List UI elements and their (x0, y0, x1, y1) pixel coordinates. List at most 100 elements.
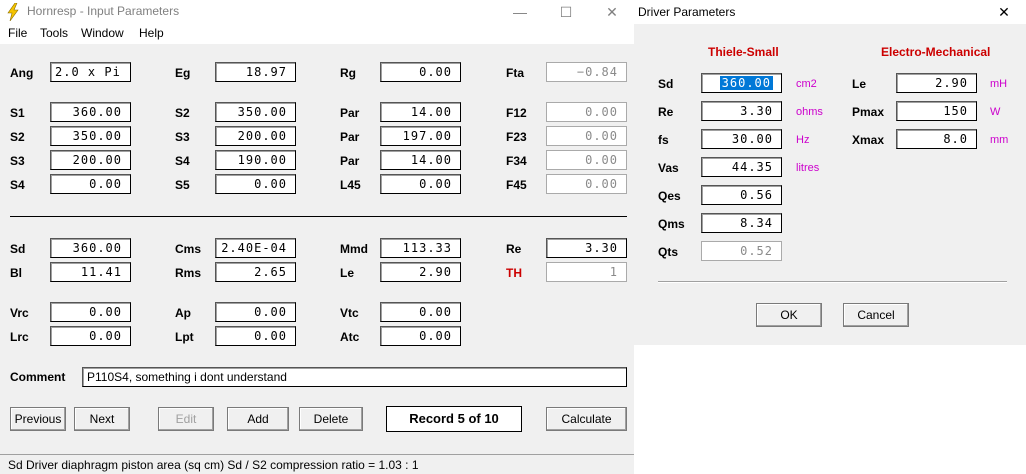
menu-window[interactable]: Window (81, 26, 124, 40)
main-titlebar[interactable]: Hornresp - Input Parameters — ☐ ✕ (0, 0, 634, 24)
s1-field[interactable]: 360.00 (50, 102, 131, 122)
label-s1: S1 (10, 106, 25, 120)
label-s3-row3: S3 (10, 154, 25, 168)
label-th: TH (506, 266, 522, 280)
em-label-pmax: Pmax (852, 105, 885, 119)
s4-field[interactable]: 190.00 (215, 150, 296, 170)
ts-label-sd: Sd (658, 77, 674, 91)
le-field[interactable]: 2.90 (380, 262, 461, 282)
label-rg: Rg (340, 66, 356, 80)
calculate-button[interactable]: Calculate (546, 407, 627, 431)
menu-tools[interactable]: Tools (40, 26, 68, 40)
ts-qms-field[interactable]: 8.34 (701, 213, 782, 233)
lightning-icon (7, 3, 19, 21)
lrc-field[interactable]: 0.00 (50, 326, 131, 346)
add-button[interactable]: Add (227, 407, 289, 431)
comment-input[interactable]: P110S4, something i dont understand (82, 367, 627, 387)
label-par-3: Par (340, 154, 360, 168)
minimize-button[interactable]: — (508, 2, 532, 22)
s4-row4-field[interactable]: 0.00 (50, 174, 131, 194)
rms-field[interactable]: 2.65 (215, 262, 296, 282)
close-button[interactable]: ✕ (600, 2, 624, 22)
th-field: 1 (546, 262, 627, 282)
ts-label-qts: Qts (658, 245, 679, 259)
thiele-small-heading: Thiele-Small (708, 45, 779, 59)
electro-mechanical-heading: Electro-Mechanical (881, 45, 991, 59)
s2-row2-field[interactable]: 350.00 (50, 126, 131, 146)
label-ang: Ang (10, 66, 34, 80)
vtc-field[interactable]: 0.00 (380, 302, 461, 322)
previous-button[interactable]: Previous (10, 407, 66, 431)
edit-label: Edit (175, 412, 197, 426)
vrc-field[interactable]: 0.00 (50, 302, 131, 322)
section-divider (10, 216, 627, 217)
delete-label: Delete (313, 412, 349, 426)
label-fta: Fta (506, 66, 524, 80)
s2-field[interactable]: 350.00 (215, 102, 296, 122)
label-le: Le (340, 266, 355, 280)
cancel-button[interactable]: Cancel (843, 303, 909, 327)
main-window: Hornresp - Input Parameters — ☐ ✕ File T… (0, 0, 634, 474)
em-xmax-field[interactable]: 8.0 (896, 129, 977, 149)
atc-field[interactable]: 0.00 (380, 326, 461, 346)
edit-button: Edit (158, 407, 214, 431)
ts-label-qms: Qms (658, 217, 685, 231)
s3-row3-field[interactable]: 200.00 (50, 150, 131, 170)
cancel-label: Cancel (857, 308, 895, 322)
lpt-field[interactable]: 0.00 (215, 326, 296, 346)
l45-field[interactable]: 0.00 (380, 174, 461, 194)
par-1-field[interactable]: 14.00 (380, 102, 461, 122)
next-button[interactable]: Next (74, 407, 130, 431)
s5-field[interactable]: 0.00 (215, 174, 296, 194)
next-label: Next (89, 412, 115, 426)
label-lpt: Lpt (175, 330, 194, 344)
label-s4: S4 (175, 154, 190, 168)
s3-field[interactable]: 200.00 (215, 126, 296, 146)
ang-field[interactable]: 2.0 x Pi (50, 62, 131, 82)
em-pmax-field[interactable]: 150 (896, 101, 977, 121)
cms-field[interactable]: 2.40E-04 (215, 238, 296, 258)
label-vtc: Vtc (340, 306, 359, 320)
status-bar: Sd Driver diaphragm piston area (sq cm) … (0, 454, 634, 474)
label-re: Re (506, 242, 522, 256)
label-f45: F45 (506, 178, 527, 192)
ts-vas-field[interactable]: 44.35 (701, 157, 782, 177)
menu-file[interactable]: File (8, 26, 27, 40)
ts-label-qes: Qes (658, 189, 681, 203)
bl-field[interactable]: 11.41 (50, 262, 131, 282)
par-2-field[interactable]: 197.00 (380, 126, 461, 146)
ts-sd-field[interactable]: 360.00 (701, 73, 782, 93)
label-lrc: Lrc (10, 330, 29, 344)
em-le-field[interactable]: 2.90 (896, 73, 977, 93)
mmd-field[interactable]: 113.33 (380, 238, 461, 258)
delete-button[interactable]: Delete (299, 407, 363, 431)
label-rms: Rms (175, 266, 202, 280)
calculate-label: Calculate (561, 412, 612, 426)
label-vrc: Vrc (10, 306, 29, 320)
label-s3: S3 (175, 130, 190, 144)
ts-re-field[interactable]: 3.30 (701, 101, 782, 121)
previous-label: Previous (14, 412, 62, 426)
f23-field: 0.00 (546, 126, 627, 146)
dialog-titlebar[interactable]: Driver Parameters ✕ (634, 0, 1026, 24)
em-label-le: Le (852, 77, 867, 91)
ts-label-re: Re (658, 105, 674, 119)
eg-field[interactable]: 18.97 (215, 62, 296, 82)
ap-field[interactable]: 0.00 (215, 302, 296, 322)
ts-fs-field[interactable]: 30.00 (701, 129, 782, 149)
re-field[interactable]: 3.30 (546, 238, 627, 258)
record-indicator: Record 5 of 10 (386, 406, 522, 432)
ts-unit-re: ohms (796, 106, 823, 118)
maximize-button[interactable]: ☐ (554, 2, 578, 22)
ok-button[interactable]: OK (756, 303, 822, 327)
label-sd: Sd (10, 242, 26, 256)
label-s2-row2: S2 (10, 130, 25, 144)
driver-parameters-dialog: Driver Parameters ✕ Thiele-Small Electro… (634, 0, 1026, 345)
par-3-field[interactable]: 14.00 (380, 150, 461, 170)
sd-field[interactable]: 360.00 (50, 238, 131, 258)
menu-help[interactable]: Help (139, 26, 164, 40)
rg-field[interactable]: 0.00 (380, 62, 461, 82)
ts-qes-field[interactable]: 0.56 (701, 185, 782, 205)
label-f34: F34 (506, 154, 527, 168)
dialog-close-button[interactable]: ✕ (992, 2, 1016, 22)
